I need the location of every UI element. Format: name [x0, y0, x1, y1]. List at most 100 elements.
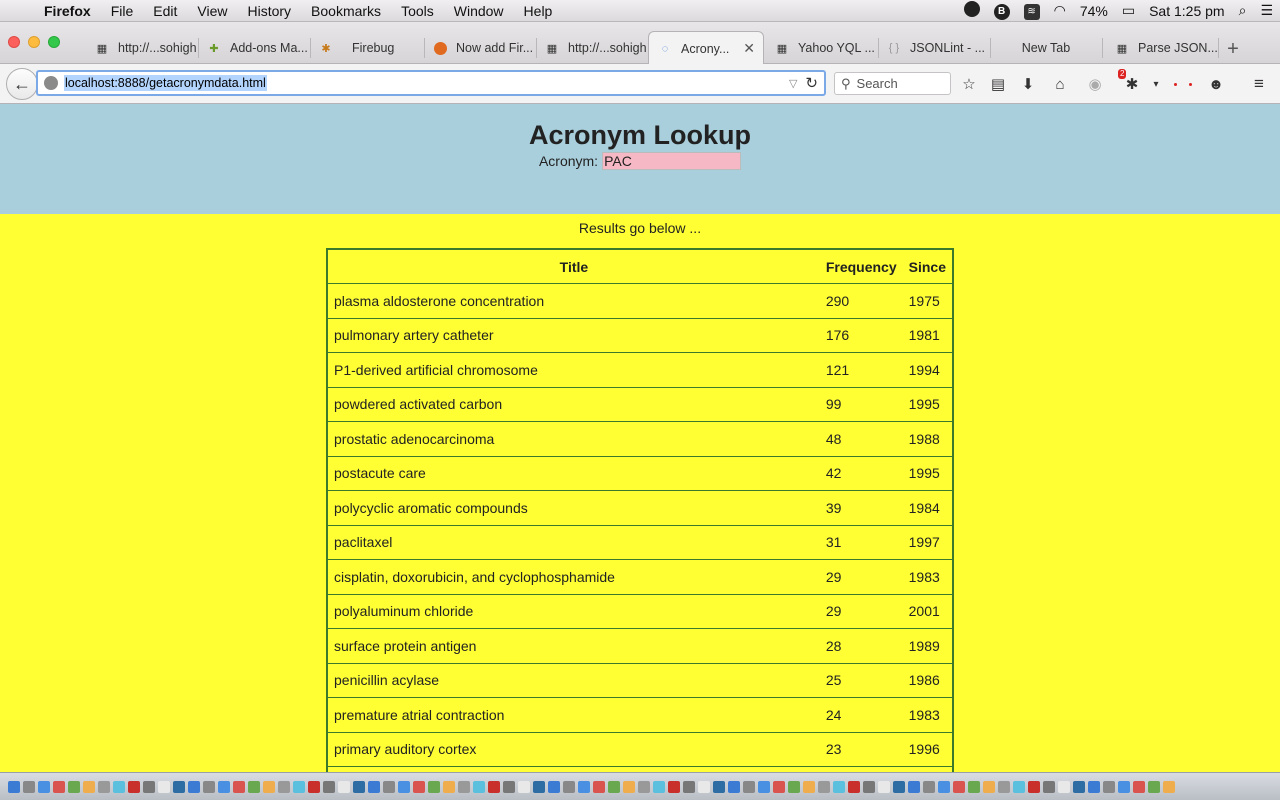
clock[interactable]: Sat 1:25 pm	[1142, 3, 1232, 19]
dock-app-icon[interactable]	[968, 780, 980, 793]
menu-bookmarks[interactable]: Bookmarks	[301, 3, 391, 19]
hamburger-menu-icon[interactable]: ≡	[1249, 74, 1269, 94]
dock-app-icon[interactable]	[233, 780, 245, 793]
battery-percent[interactable]: 74%	[1073, 3, 1115, 19]
dock-app-icon[interactable]	[68, 780, 80, 793]
dock-app-icon[interactable]	[728, 780, 740, 793]
dock-app-icon[interactable]	[53, 780, 65, 793]
dock-app-icon[interactable]	[908, 780, 920, 793]
tab-1[interactable]: ▦ http://...sohigh	[86, 32, 198, 64]
dock-app-icon[interactable]	[743, 780, 755, 793]
dock-app-icon[interactable]	[383, 780, 395, 793]
dock-app-icon[interactable]	[773, 780, 785, 793]
menu-window[interactable]: Window	[444, 3, 514, 19]
url-bar[interactable]: localhost:8888/getacronymdata.html ▽ ↻	[36, 70, 826, 96]
dock-app-icon[interactable]	[1103, 780, 1115, 793]
firebug-dropdown-icon[interactable]: ▾	[1146, 74, 1166, 94]
menu-edit[interactable]: Edit	[143, 3, 187, 19]
dock-app-icon[interactable]	[893, 780, 905, 793]
dock-app-icon[interactable]	[293, 780, 305, 793]
dock-app-icon[interactable]	[1148, 780, 1160, 793]
dock-app-icon[interactable]	[128, 780, 140, 793]
menu-tools[interactable]: Tools	[391, 3, 444, 19]
chat-icon[interactable]: ☻	[1206, 74, 1226, 94]
tab-8[interactable]: { } JSONLint - ...	[878, 32, 990, 64]
url-dropdown-icon[interactable]: ▽	[789, 77, 797, 90]
dock-app-icon[interactable]	[398, 780, 410, 793]
dock-app-icon[interactable]	[998, 780, 1010, 793]
dock-app-icon[interactable]	[758, 780, 770, 793]
dock-app-icon[interactable]	[488, 780, 500, 793]
new-tab-plus-icon[interactable]: +	[1222, 38, 1244, 61]
reading-list-icon[interactable]: ▤	[988, 74, 1008, 94]
dock-app-icon[interactable]	[938, 780, 950, 793]
dock-app-icon[interactable]	[548, 780, 560, 793]
menu-view[interactable]: View	[187, 3, 237, 19]
dock-app-icon[interactable]	[1118, 780, 1130, 793]
minimize-window-button[interactable]	[28, 36, 40, 48]
dock-app-icon[interactable]	[218, 780, 230, 793]
tab-5[interactable]: ▦ http://...sohigh	[536, 32, 648, 64]
close-window-button[interactable]	[8, 36, 20, 48]
dock-app-icon[interactable]	[953, 780, 965, 793]
dock-app-icon[interactable]	[818, 780, 830, 793]
menu-file[interactable]: File	[101, 3, 144, 19]
dock-app-icon[interactable]	[848, 780, 860, 793]
dock-app-icon[interactable]	[1073, 780, 1085, 793]
dock-app-icon[interactable]	[473, 780, 485, 793]
dock-app-icon[interactable]	[1133, 780, 1145, 793]
sync-icon[interactable]: ◉	[1085, 74, 1105, 94]
dock-app-icon[interactable]	[578, 780, 590, 793]
dock-app-icon[interactable]	[338, 780, 350, 793]
dock-app-icon[interactable]	[923, 780, 935, 793]
tab-3[interactable]: ✱ Firebug	[310, 32, 422, 64]
close-tab-icon[interactable]: ✕	[735, 40, 755, 57]
dock-app-icon[interactable]	[173, 780, 185, 793]
dock-app-icon[interactable]	[113, 780, 125, 793]
dock-app-icon[interactable]	[38, 780, 50, 793]
tab-4[interactable]: Now add Fir...	[424, 32, 536, 64]
dock-app-icon[interactable]	[653, 780, 665, 793]
dock-app-icon[interactable]	[683, 780, 695, 793]
dock-app-icon[interactable]	[158, 780, 170, 793]
dock-app-icon[interactable]	[83, 780, 95, 793]
dock-app-icon[interactable]	[278, 780, 290, 793]
wifi-icon[interactable]: ◠	[1047, 2, 1073, 19]
dock-app-icon[interactable]	[1088, 780, 1100, 793]
dock-app-icon[interactable]	[623, 780, 635, 793]
dock-app-icon[interactable]	[698, 780, 710, 793]
dock-app-icon[interactable]	[983, 780, 995, 793]
dock-app-icon[interactable]	[518, 780, 530, 793]
dock-app-icon[interactable]	[1058, 780, 1070, 793]
dock-app-icon[interactable]	[1163, 780, 1175, 793]
dock-app-icon[interactable]	[368, 780, 380, 793]
reload-icon[interactable]: ↻	[805, 74, 818, 92]
dock-app-icon[interactable]	[23, 780, 35, 793]
dock-app-icon[interactable]	[443, 780, 455, 793]
dock-app-icon[interactable]	[593, 780, 605, 793]
dock-app-icon[interactable]	[563, 780, 575, 793]
dock-app-icon[interactable]	[788, 780, 800, 793]
dock-app-icon[interactable]	[98, 780, 110, 793]
dock-app-icon[interactable]	[803, 780, 815, 793]
home-icon[interactable]: ⌂	[1050, 74, 1070, 94]
url-text[interactable]: localhost:8888/getacronymdata.html	[64, 75, 267, 91]
dock-app-icon[interactable]	[833, 780, 845, 793]
tab-7[interactable]: ▦ Yahoo YQL ...	[766, 32, 878, 64]
dock-app-icon[interactable]	[1028, 780, 1040, 793]
acronym-input[interactable]	[602, 152, 742, 170]
zoom-window-button[interactable]	[48, 36, 60, 48]
dock-app-icon[interactable]	[308, 780, 320, 793]
battery-icon[interactable]: ▭	[1115, 2, 1142, 19]
dock-app-icon[interactable]	[608, 780, 620, 793]
bitcoin-b-icon[interactable]: B	[987, 1, 1017, 20]
dock-app-icon[interactable]	[458, 780, 470, 793]
dock-app-icon[interactable]	[323, 780, 335, 793]
search-box[interactable]: ⚲ Search	[834, 72, 951, 95]
dock-app-icon[interactable]	[353, 780, 365, 793]
dock-app-icon[interactable]	[1013, 780, 1025, 793]
dock-app-icon[interactable]	[533, 780, 545, 793]
spotlight-icon[interactable]: ⌕	[1232, 2, 1254, 19]
dock-app-icon[interactable]	[668, 780, 680, 793]
dock-app-icon[interactable]	[863, 780, 875, 793]
